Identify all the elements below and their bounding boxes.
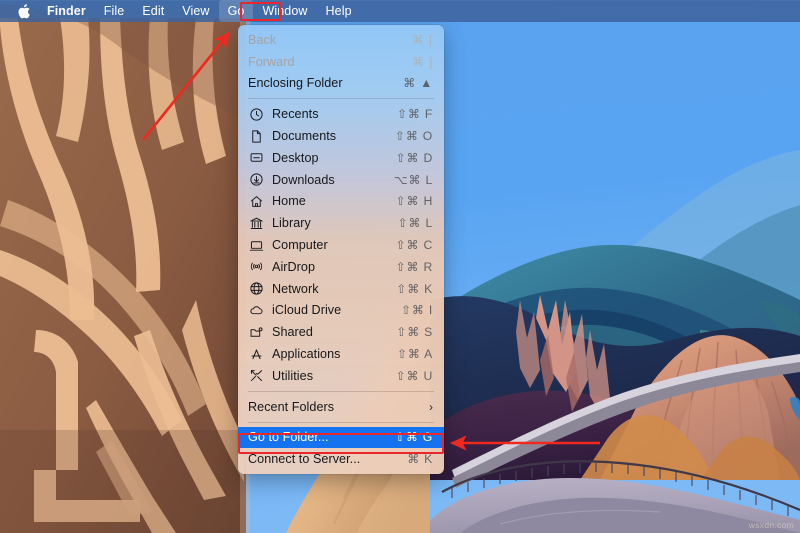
menu-item-label: Desktop (272, 150, 319, 165)
download-icon (248, 172, 265, 187)
menu-item-network[interactable]: Network ⇧⌘ K (238, 278, 444, 300)
menu-item-label: Utilities (272, 368, 314, 383)
menu-item-label: Recent Folders (248, 399, 335, 414)
menu-finder[interactable]: Finder (38, 0, 95, 22)
menu-item-shortcut: ⌥⌘ L (393, 172, 433, 187)
menu-item-shared[interactable]: Shared ⇧⌘ S (238, 321, 444, 343)
menu-item-shortcut: ⇧⌘ R (395, 259, 433, 274)
menu-item-shortcut: ⇧⌘ F (396, 107, 433, 122)
clock-icon (248, 107, 265, 122)
cloud-icon (248, 303, 265, 318)
apple-logo-icon[interactable] (13, 0, 35, 22)
menu-item-shortcut: ⇧⌘ O (394, 129, 433, 144)
menu-item-label: Go to Folder... (248, 430, 329, 445)
menu-item-shortcut: ⌘ ] (411, 54, 433, 69)
menu-item-connect-to-server[interactable]: Connect to Server... ⌘ K (238, 448, 444, 470)
menu-help[interactable]: Help (317, 0, 361, 22)
menu-item-documents[interactable]: Documents ⇧⌘ O (238, 125, 444, 147)
menu-item-label: Home (272, 194, 306, 209)
menu-item-shortcut: ⇧⌘ C (395, 238, 433, 253)
menu-item-shortcut: ⇧⌘ S (396, 325, 433, 340)
menu-item-desktop[interactable]: Desktop ⇧⌘ D (238, 147, 444, 169)
menu-item-utilities[interactable]: Utilities ⇧⌘ U (238, 365, 444, 387)
menu-item-go-to-folder[interactable]: Go to Folder... ⇧⌘ G (238, 426, 444, 449)
menu-item-shortcut: ⇧⌘ K (396, 281, 433, 296)
menu-view[interactable]: View (173, 0, 218, 22)
go-dropdown-menu: Back ⌘ [ Forward ⌘ ] Enclosing Folder ⌘ ▲ Rece… (238, 25, 444, 475)
menu-item-label: Recents (272, 107, 319, 122)
shared-folder-icon (248, 325, 265, 340)
menu-item-forward: Forward ⌘ ] (238, 51, 444, 73)
menu-item-shortcut: ⇧⌘ H (395, 194, 433, 209)
menu-item-label: Forward (248, 54, 295, 69)
menu-item-enclosing-folder[interactable]: Enclosing Folder ⌘ ▲ (238, 73, 444, 95)
menu-item-label: iCloud Drive (272, 303, 342, 318)
menu-bar: Finder File Edit View Go Window Help (0, 0, 800, 22)
appstore-icon (248, 347, 265, 362)
menu-separator (248, 98, 434, 100)
menu-item-shortcut: ⇧⌘ D (395, 150, 433, 165)
menu-item-label: AirDrop (272, 259, 316, 274)
menu-item-icloud-drive[interactable]: iCloud Drive ⇧⌘ I (238, 300, 444, 322)
menu-item-shortcut: ⇧⌘ U (395, 368, 433, 383)
menu-item-label: Enclosing Folder (248, 76, 343, 91)
menu-item-downloads[interactable]: Downloads ⌥⌘ L (238, 169, 444, 191)
menu-item-shortcut: ⌘ K (407, 452, 433, 467)
network-icon (248, 281, 265, 296)
library-icon (248, 216, 265, 231)
computer-icon (248, 238, 265, 253)
airdrop-icon (248, 259, 265, 274)
menu-edit[interactable]: Edit (133, 0, 173, 22)
watermark: wsxdn.com (748, 520, 794, 530)
menu-window[interactable]: Window (253, 0, 316, 22)
menu-item-label: Library (272, 216, 311, 231)
menu-file[interactable]: File (95, 0, 134, 22)
menu-item-home[interactable]: Home ⇧⌘ H (238, 191, 444, 213)
menu-item-back: Back ⌘ [ (238, 29, 444, 51)
menu-item-recents[interactable]: Recents ⇧⌘ F (238, 103, 444, 125)
utilities-icon (248, 368, 265, 383)
menu-item-label: Shared (272, 325, 313, 340)
menu-item-label: Applications (272, 347, 341, 362)
menu-item-airdrop[interactable]: AirDrop ⇧⌘ R (238, 256, 444, 278)
chevron-right-icon: › (429, 399, 433, 414)
document-icon (248, 129, 265, 144)
menu-item-shortcut: ⇧⌘ L (397, 216, 433, 231)
home-icon (248, 194, 265, 209)
desktop-icon (248, 150, 265, 165)
menu-item-library[interactable]: Library ⇧⌘ L (238, 212, 444, 234)
menu-separator (248, 390, 434, 392)
menu-item-recent-folders[interactable]: Recent Folders › (238, 396, 444, 418)
menu-item-computer[interactable]: Computer ⇧⌘ C (238, 234, 444, 256)
menu-go[interactable]: Go (218, 0, 254, 22)
menu-item-label: Network (272, 281, 319, 296)
menu-item-shortcut: ⌘ [ (411, 32, 433, 47)
menu-item-label: Back (248, 32, 277, 47)
menu-item-label: Documents (272, 129, 337, 144)
menu-item-applications[interactable]: Applications ⇧⌘ A (238, 343, 444, 365)
menu-item-label: Computer (272, 238, 328, 253)
menu-item-shortcut: ⇧⌘ A (396, 347, 433, 362)
menu-item-label: Connect to Server... (248, 452, 361, 467)
menu-item-label: Downloads (272, 172, 335, 187)
menu-item-shortcut: ⇧⌘ I (401, 303, 433, 318)
menu-item-shortcut: ⌘ ▲ (403, 76, 433, 91)
menu-separator (248, 421, 434, 423)
menu-item-shortcut: ⇧⌘ G (394, 430, 433, 445)
